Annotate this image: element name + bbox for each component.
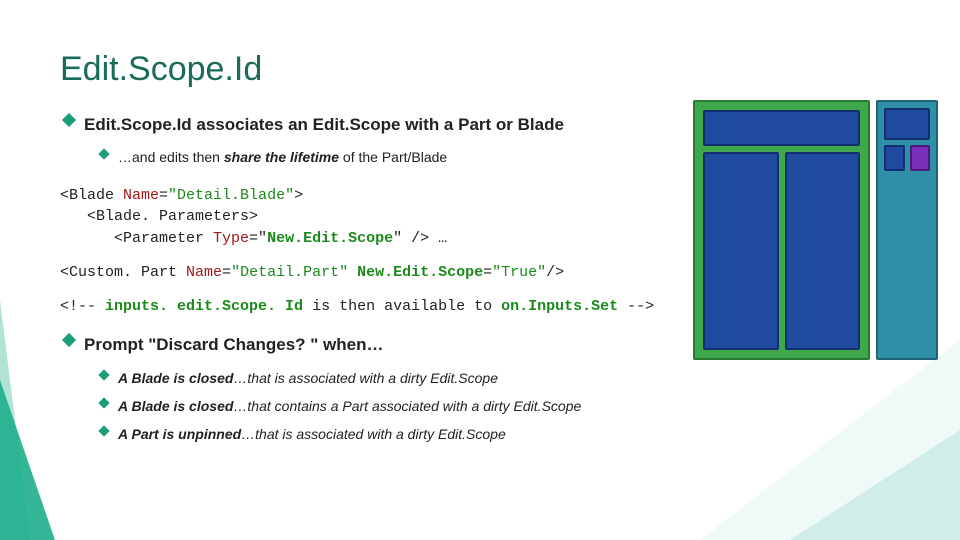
bullet-2-text: Prompt "Discard Changes? " when… <box>84 335 384 354</box>
bullet-2c-text: A Part is unpinned…that is associated wi… <box>118 423 506 445</box>
diagram-row <box>703 152 860 350</box>
bullet-icon <box>98 426 109 437</box>
bullet-2c: A Part is unpinned…that is associated wi… <box>100 423 760 445</box>
bullet-2a: A Blade is closed…that is associated wit… <box>100 367 760 389</box>
diagram-part <box>703 110 860 146</box>
bullet-icon <box>62 333 76 347</box>
diagram-part-highlight <box>910 145 931 171</box>
layout-diagram <box>693 100 938 360</box>
decoration <box>0 380 55 540</box>
bullet-2: Prompt "Discard Changes? " when… <box>64 331 760 358</box>
code-block-2: <Custom. Part Name="Detail.Part" New.Edi… <box>60 262 760 284</box>
bullet-icon <box>62 113 76 127</box>
slide-title: Edit.Scope.Id <box>60 50 900 89</box>
code-block-1: <Blade Name="Detail.Blade"> <Blade. Para… <box>60 185 760 250</box>
slide-content: Edit.Scope.Id associates an Edit.Scope w… <box>60 111 760 446</box>
bullet-1a: …and edits then share the lifetime of th… <box>100 146 760 168</box>
decoration <box>790 430 960 540</box>
bullet-1-text: Edit.Scope.Id associates an Edit.Scope w… <box>84 115 564 134</box>
bullet-2a-text: A Blade is closed…that is associated wit… <box>118 367 498 389</box>
diagram-part <box>884 108 930 140</box>
bullet-2b: A Blade is closed…that contains a Part a… <box>100 395 760 417</box>
bullet-icon <box>98 369 109 380</box>
diagram-blade-large <box>693 100 870 360</box>
code-block-3: <!-- inputs. edit.Scope. Id is then avai… <box>60 296 760 318</box>
slide: Edit.Scope.Id Edit.Scope.Id associates a… <box>0 0 960 540</box>
diagram-part <box>703 152 779 350</box>
bullet-icon <box>98 149 109 160</box>
bullet-2b-text: A Blade is closed…that contains a Part a… <box>118 395 581 417</box>
diagram-part <box>785 152 861 350</box>
diagram-part <box>884 145 905 171</box>
bullet-1a-text: …and edits then share the lifetime of th… <box>118 146 447 168</box>
bullet-1: Edit.Scope.Id associates an Edit.Scope w… <box>64 111 760 138</box>
diagram-blade-small <box>876 100 938 360</box>
bullet-icon <box>98 397 109 408</box>
diagram-row <box>884 145 930 171</box>
